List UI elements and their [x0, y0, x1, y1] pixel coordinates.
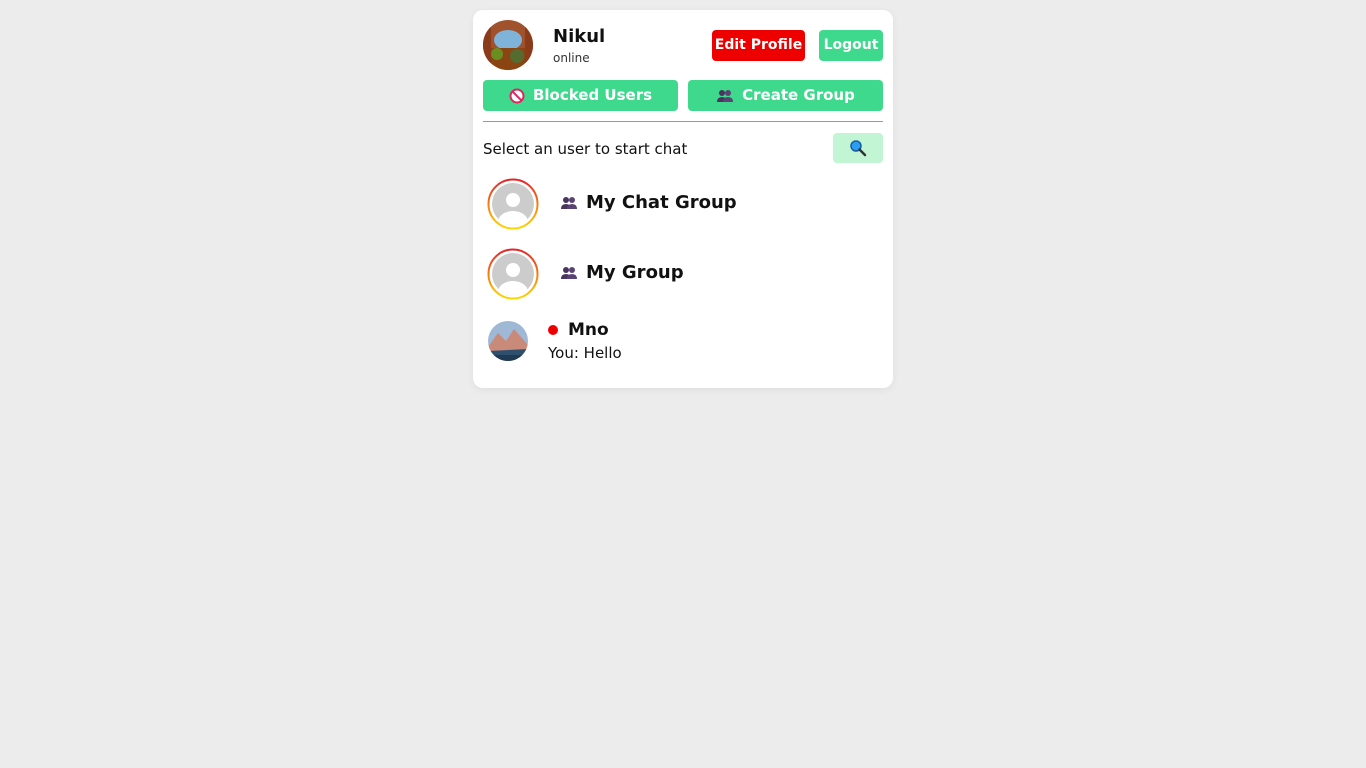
message-preview: You: Hello [548, 344, 622, 362]
blocked-users-button[interactable]: Blocked Users [483, 80, 678, 111]
group-name: My Group [586, 262, 684, 283]
group-avatar [487, 178, 539, 230]
logout-button[interactable]: Logout [819, 30, 883, 61]
create-group-label: Create Group [742, 86, 855, 104]
avatar [488, 321, 528, 361]
group-avatar [487, 248, 539, 300]
divider [483, 121, 883, 122]
presence-dot [548, 325, 558, 335]
blocked-users-label: Blocked Users [532, 86, 653, 104]
chat-hint: Select an user to start chat [483, 140, 688, 158]
prohibited-icon [509, 88, 525, 104]
search-icon [849, 139, 867, 157]
people-icon [716, 89, 734, 103]
group-title: My Chat Group [560, 192, 737, 213]
group-chat-item[interactable]: My Chat Group [483, 176, 883, 232]
create-group-button[interactable]: Create Group [688, 80, 883, 111]
group-name: My Chat Group [586, 192, 737, 213]
group-chat-item[interactable]: My Group [483, 246, 883, 302]
group-title: My Group [560, 262, 684, 283]
chat-panel: Nikul online Edit Profile Logout Blocked… [473, 10, 893, 388]
people-icon [560, 196, 578, 210]
avatar[interactable] [483, 20, 533, 70]
profile-status: online [553, 51, 590, 65]
search-button[interactable] [833, 133, 883, 163]
edit-profile-button[interactable]: Edit Profile [712, 30, 805, 61]
direct-chat-item[interactable]: Mno You: Hello [483, 318, 883, 368]
contact-name: Mno [568, 320, 609, 340]
people-icon [560, 266, 578, 280]
profile-name: Nikul [553, 26, 606, 47]
